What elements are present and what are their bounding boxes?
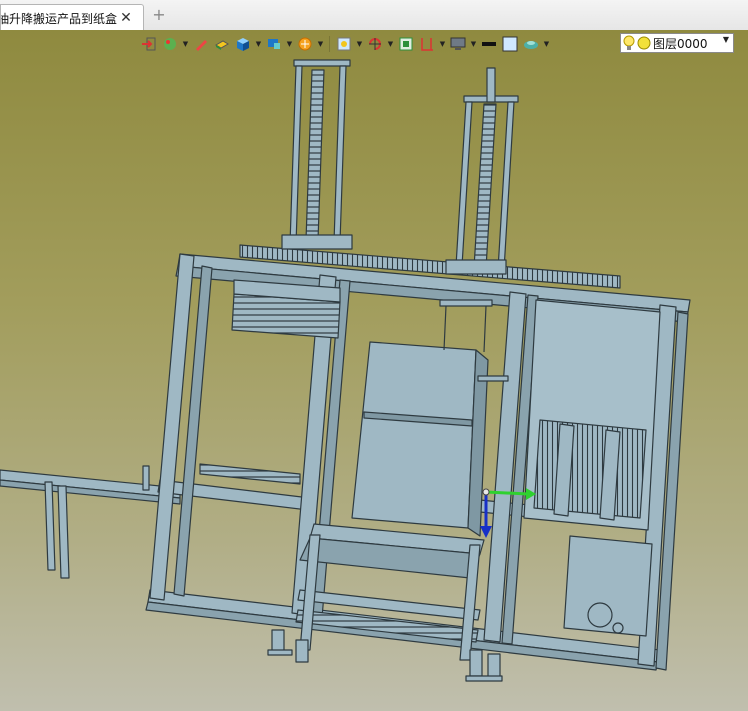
sun-icon[interactable]	[296, 35, 314, 53]
display-style-icon[interactable]	[265, 35, 283, 53]
line-color-icon[interactable]	[480, 35, 498, 53]
3d-viewport[interactable]: ▼ ▼ ▼ ▼ ▼ ▼ ▼ ▼ ▼ 图层0000 ▼	[0, 30, 748, 711]
pen-icon[interactable]	[192, 35, 210, 53]
monitor-dropdown-icon[interactable]: ▼	[470, 35, 477, 53]
layer-dropdown-icon[interactable]: ▼	[723, 35, 729, 44]
document-tab[interactable]: 抽升降搬运产品到纸盒] ✕	[0, 4, 144, 31]
zoom-fit-icon[interactable]	[335, 35, 353, 53]
render-icon[interactable]	[522, 35, 540, 53]
layer-name: 图层0000	[653, 36, 708, 51]
material-icon[interactable]	[161, 35, 179, 53]
view-toolbar: ▼ ▼ ▼ ▼ ▼ ▼ ▼ ▼ ▼	[140, 33, 550, 55]
render-dropdown-icon[interactable]: ▼	[543, 35, 550, 53]
cube-view-icon[interactable]	[234, 35, 252, 53]
tab-close-icon[interactable]: ✕	[117, 10, 135, 26]
left-conveyor	[0, 463, 301, 579]
lightbulb-icon[interactable]	[621, 34, 637, 52]
tab-title: 抽升降搬运产品到纸盒]	[1, 11, 117, 26]
dimension-dropdown-icon[interactable]: ▼	[439, 35, 446, 53]
frame-icon[interactable]	[397, 35, 415, 53]
material-dropdown-icon[interactable]: ▼	[182, 35, 189, 53]
cube-dropdown-icon[interactable]: ▼	[255, 35, 262, 53]
exit-view-icon[interactable]	[140, 35, 158, 53]
fill-color-icon[interactable]	[501, 35, 519, 53]
left-upper-stack	[231, 279, 341, 339]
rotate-dropdown-icon[interactable]: ▼	[387, 35, 394, 53]
rotate-icon[interactable]	[366, 35, 384, 53]
tab-bar: 抽升降搬运产品到纸盒] ✕ +	[0, 0, 748, 31]
dimension-icon[interactable]	[418, 35, 436, 53]
layer-color-icon	[637, 36, 651, 50]
left-lift-column	[281, 59, 353, 250]
display-dropdown-icon[interactable]: ▼	[286, 35, 293, 53]
monitor-icon[interactable]	[449, 35, 467, 53]
right-lift-column	[445, 67, 519, 275]
new-tab-button[interactable]: +	[150, 6, 168, 24]
layer-select[interactable]: 图层0000 ▼	[620, 33, 734, 53]
part-icon[interactable]	[213, 35, 231, 53]
sun-dropdown-icon[interactable]: ▼	[317, 35, 324, 53]
zoom-dropdown-icon[interactable]: ▼	[356, 35, 363, 53]
3d-model[interactable]	[0, 30, 748, 711]
toolbar-separator	[329, 36, 330, 52]
